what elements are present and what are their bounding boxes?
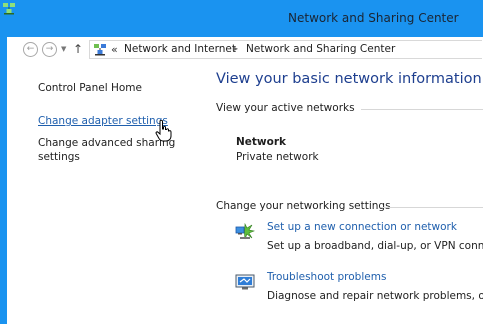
back-arrow-icon[interactable]: ← — [23, 42, 38, 57]
title-bar: Network and Sharing Center — [0, 0, 483, 37]
troubleshoot-problems-link[interactable]: Troubleshoot problems — [267, 271, 386, 283]
control-panel-home-link[interactable]: Control Panel Home — [38, 82, 142, 94]
networking-settings-heading: Change your networking settings — [216, 200, 391, 212]
network-breadcrumb-icon — [94, 44, 106, 56]
divider — [361, 109, 483, 110]
troubleshoot-description: Diagnose and repair network problems, or… — [267, 290, 483, 302]
breadcrumb-network-and-sharing-center[interactable]: Network and Sharing Center — [246, 43, 395, 55]
address-bar: ← → ▼ ↑ « Network and Internet ▸ Network… — [7, 37, 483, 63]
window-frame-left — [0, 37, 7, 324]
change-adapter-settings-link[interactable]: Change adapter settings — [38, 115, 168, 127]
divider — [381, 207, 483, 208]
network-app-icon — [3, 3, 15, 15]
breadcrumb-network-and-internet[interactable]: Network and Internet — [124, 43, 236, 55]
setup-connection-link[interactable]: Set up a new connection or network — [267, 221, 457, 233]
network-category: Private network — [236, 151, 319, 163]
network-connection-icon — [235, 223, 255, 240]
network-name: Network — [236, 136, 287, 148]
forward-arrow-icon[interactable]: → — [42, 42, 57, 57]
window-title: Network and Sharing Center — [288, 11, 459, 25]
chevron-down-icon[interactable]: ▼ — [61, 45, 66, 53]
task-pane: Control Panel Home Change adapter settin… — [7, 63, 203, 324]
breadcrumb-overflow[interactable]: « — [111, 43, 118, 56]
breadcrumb-separator-icon[interactable]: ▸ — [234, 44, 238, 53]
up-arrow-icon[interactable]: ↑ — [73, 42, 83, 56]
troubleshoot-icon — [235, 274, 255, 290]
hand-cursor-icon — [155, 120, 172, 142]
setup-connection-description: Set up a broadband, dial-up, or VPN conn… — [267, 240, 483, 252]
breadcrumb[interactable]: « Network and Internet ▸ Network and Sha… — [89, 40, 482, 59]
main-content: View your basic network information and … — [203, 63, 483, 324]
active-networks-heading: View your active networks — [216, 102, 355, 114]
page-title: View your basic network information and — [216, 71, 483, 87]
